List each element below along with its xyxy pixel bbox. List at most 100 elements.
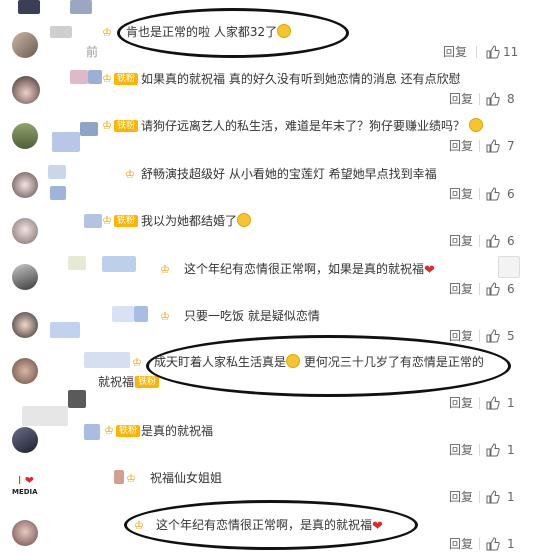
divider (479, 188, 480, 200)
blurred-username (48, 165, 66, 179)
divider (479, 93, 480, 105)
blurred-username (22, 406, 68, 426)
crown-icon: ♔ (160, 310, 170, 323)
fan-badge: 铁粉 (114, 215, 139, 227)
blurred-username (50, 186, 66, 200)
blurred-username (52, 132, 80, 152)
crown-icon: ♔ (102, 72, 112, 85)
media-label: MEDIA (12, 488, 38, 496)
fan-badge: 铁粉 (114, 120, 139, 132)
reply-button[interactable]: 回复 (449, 328, 473, 344)
comment-text: 这个年纪有恋情很正常啊，如果是真的就祝福❤ (184, 262, 435, 278)
like-count: 5 (507, 329, 515, 343)
comment-text: 舒畅演技超级好 从小看她的宝莲灯 希望她早点找到幸福 (141, 167, 437, 181)
comment-text: 这个年纪有恋情很正常啊，是真的就祝福❤ (156, 518, 383, 534)
like-count: 6 (507, 282, 515, 296)
avatar[interactable] (12, 32, 38, 58)
blurred-top-name (18, 0, 40, 14)
crown-icon: ♔ (102, 26, 112, 39)
reply-button[interactable]: 回复 (449, 536, 473, 552)
comment-text: 请狗仔远离艺人的私生活，难道是年末了？狗仔要赚业绩吗？ (141, 118, 483, 134)
blurred-username (88, 70, 102, 84)
smirk-emoji-icon (468, 118, 483, 132)
reply-button[interactable]: 回复 (449, 138, 473, 154)
reply-button[interactable]: 回复 (443, 44, 467, 60)
comment-text: 祝福仙女姐姐 (150, 471, 223, 485)
laughing-emoji-icon (286, 354, 301, 368)
divider (479, 140, 480, 152)
thumbs-up-icon[interactable] (486, 233, 500, 248)
blurred-top-name-2 (70, 0, 92, 14)
crown-icon: ♔ (160, 263, 170, 276)
like-count: 11 (503, 45, 519, 59)
avatar[interactable] (12, 358, 38, 384)
blurred-username (84, 352, 130, 368)
avatar[interactable] (12, 264, 38, 290)
media-avatar[interactable]: I ❤ MEDIA (12, 474, 40, 502)
fan-badge: 铁粉 (116, 425, 141, 437)
crown-icon: ♔ (126, 472, 136, 485)
blurred-username (50, 322, 80, 338)
reply-button[interactable]: 回复 (449, 281, 473, 297)
like-count: 1 (507, 490, 515, 504)
like-count: 6 (507, 234, 515, 248)
thumbs-up-icon[interactable] (486, 91, 500, 106)
like-count: 1 (507, 537, 515, 551)
blurred-username (84, 214, 102, 228)
avatar[interactable] (12, 427, 38, 453)
crown-icon: ♔ (104, 424, 114, 437)
divider (479, 235, 480, 247)
divider (479, 491, 480, 503)
avatar[interactable] (12, 172, 38, 198)
thumbs-up-icon[interactable] (486, 186, 500, 201)
crown-icon: ♔ (125, 168, 135, 181)
reply-button[interactable]: 回复 (449, 233, 473, 249)
divider (479, 283, 480, 295)
thumbs-up-icon[interactable] (486, 328, 500, 343)
like-count: 1 (507, 396, 515, 410)
blurred-username (114, 470, 124, 484)
reply-button[interactable]: 回复 (449, 186, 473, 202)
avatar[interactable] (12, 312, 38, 338)
heart-icon: ❤ (372, 519, 383, 534)
thumbs-up-icon[interactable] (486, 536, 500, 551)
divider (479, 444, 480, 456)
blurred-username (68, 390, 86, 408)
reply-button[interactable]: 回复 (449, 442, 473, 458)
thumbs-up-icon[interactable] (486, 489, 500, 504)
crown-icon: ♔ (102, 119, 112, 132)
thumbs-up-icon[interactable] (486, 395, 500, 410)
comment-text: 肯也是正常的啦 人家都32了 (126, 24, 292, 40)
blurred-username (112, 306, 134, 322)
reply-button[interactable]: 回复 (449, 489, 473, 505)
comment-text: 我以为她都结婚了 (141, 213, 252, 229)
blurred-username (50, 26, 72, 38)
blurred-username (102, 256, 136, 272)
reply-button[interactable]: 回复 (449, 395, 473, 411)
blurred-username (84, 424, 100, 440)
divider (479, 538, 480, 550)
thumbs-up-icon[interactable] (486, 138, 500, 153)
blurred-username (70, 70, 88, 84)
laughing-emoji-icon (277, 24, 292, 38)
avatar[interactable] (12, 520, 38, 546)
crown-icon: ♔ (134, 519, 144, 532)
like-count: 1 (507, 443, 515, 457)
blurred-username (68, 256, 86, 270)
thumbs-up-icon[interactable] (486, 281, 500, 296)
thumbs-up-icon[interactable] (486, 442, 500, 457)
blurred-username (134, 306, 148, 322)
blurred-username (498, 256, 520, 278)
avatar[interactable] (12, 218, 38, 244)
fan-badge: 铁粉 (135, 376, 160, 388)
divider (479, 397, 480, 409)
avatar[interactable] (12, 76, 40, 104)
reply-button[interactable]: 回复 (449, 91, 473, 107)
avatar[interactable] (12, 123, 38, 149)
like-count: 8 (507, 92, 515, 106)
like-count: 6 (507, 187, 515, 201)
heart-icon: ❤ (424, 263, 435, 278)
blurred-username (80, 122, 98, 136)
like-count: 7 (507, 139, 515, 153)
thumbs-up-icon[interactable] (486, 44, 500, 59)
